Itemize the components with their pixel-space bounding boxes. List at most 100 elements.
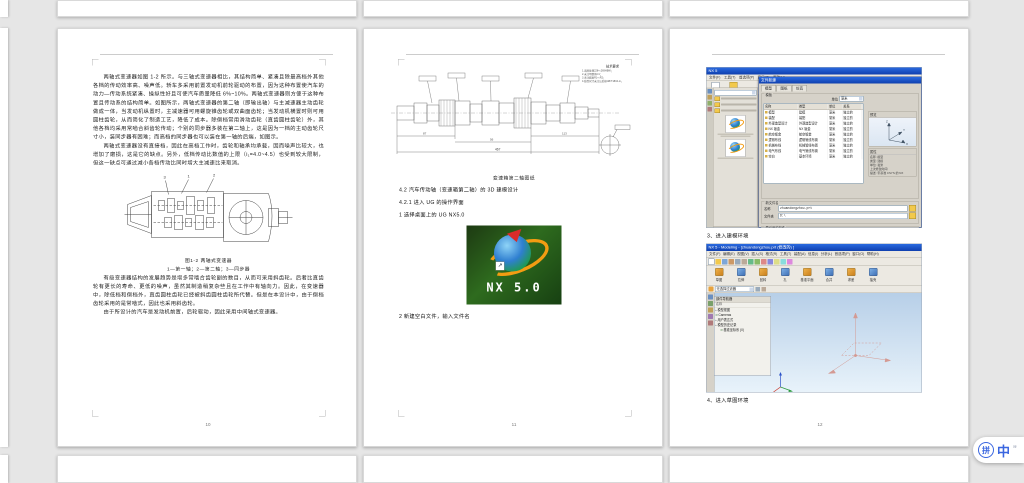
svg-text:3: 3 [164, 175, 167, 180]
window-titlebar: NX 5 - Modeling - [zhuandongzhou.prt (修改… [706, 244, 922, 251]
partial-page-bottom-3 [669, 455, 969, 483]
pinyin-ime-icon[interactable]: 拼 [978, 442, 994, 458]
svg-text:113: 113 [562, 132, 567, 136]
figure-two-shaft-transmission: 1 2 3 [124, 173, 293, 242]
datum-csys-graphic [827, 312, 892, 374]
browse-folder-icon [909, 212, 916, 219]
menu-item: 插入(S) [751, 252, 763, 257]
menu-item: 格式(R) [765, 252, 778, 257]
shortcut-arrow-icon: ↗ [495, 261, 505, 271]
feature-icon [758, 268, 768, 276]
feature-button: 拉伸 [731, 267, 752, 282]
undo-icon [748, 258, 754, 265]
ime-toolbar[interactable]: 拼 中 ” [973, 437, 1024, 463]
feature-icon [846, 268, 856, 276]
menu-item: 工具(T) [723, 76, 736, 80]
drawing-tech-notes: 技术要求 1.调质处理228～269HBW； 2.未注明倒角C1； 3.未注圆角R1… [582, 65, 643, 84]
menu-item: 工具(T) [779, 252, 792, 257]
partial-page-top-2 [363, 0, 663, 17]
ime-chinese-mode-toggle[interactable]: 中 [997, 441, 1010, 460]
assembly-navigator-icon [707, 294, 713, 300]
document-page-10[interactable]: 两轴式变速器如图 1-2 所示。与三轴式变速器相比，其结构简单、紧凑且除最高档外… [57, 28, 357, 447]
work-coordinate-triad [773, 372, 793, 392]
step-2-text: 2 新建空白文件，输入文件名 [399, 313, 470, 320]
folder-label: 文件夹 [764, 214, 774, 219]
shaded-view-icon [787, 258, 793, 265]
name-label: 名称 [764, 207, 771, 211]
document-page-12[interactable]: NX 5 文件(F)工具(T)首选项(P)窗口(O)帮助(H) 新建 打开 [669, 28, 969, 447]
snap-icon [755, 286, 760, 292]
refresh-icon [761, 258, 767, 265]
filename-input: zhuandongzhou.prt [778, 205, 908, 212]
palette-icon [707, 101, 712, 106]
svg-text:Y: Y [903, 128, 905, 132]
paragraph: 有级变速器结构的发展趋势是增多常啮合齿轮副的数目，从而可采用斜齿轮。后者比直齿轮… [93, 274, 324, 307]
header-rule [100, 54, 333, 55]
history-part-thumbnail [725, 115, 746, 133]
feature-button: 求差 [841, 267, 862, 282]
feature-icon [736, 268, 746, 276]
dialog-tab: 仿真 [792, 85, 807, 92]
preview-panel: 预览 Z X Y [868, 111, 917, 147]
sketch-icon [708, 286, 714, 292]
property-line: 描述: 带基准 CSYS 的 NX [870, 172, 904, 175]
browse-folder-icon [909, 205, 916, 212]
svg-text:467: 467 [495, 148, 501, 152]
svg-text:X: X [906, 142, 908, 146]
graphics-window: 部件导航器 名称 模型视图 Cameras 用户表达式 模型历史记录 基准坐标系… [706, 293, 922, 392]
part-navigator-icon [707, 301, 713, 306]
units-filter-label: 单位 [831, 97, 839, 102]
drawing-caption: 变速箱第二轴图纸 [492, 175, 535, 182]
feature-button: 合并 [819, 267, 840, 282]
figure-legend: 1—第一轴；2—第二轴；3—同步器 [167, 266, 250, 273]
menu-item: 首选项(P) [834, 252, 850, 257]
menu-item: 文件(F) [709, 76, 721, 80]
web-icon [707, 107, 712, 112]
standard-toolbar [706, 257, 922, 266]
history-icon [707, 95, 712, 100]
feature-icon [824, 268, 834, 276]
heading-4-2: 4.2 汽车传动轴（变速箱第二轴）的 3D 建模设计 [399, 187, 519, 193]
ime-punctuation-toggle[interactable]: ” [1013, 444, 1017, 456]
menu-item: 视图(V) [737, 252, 749, 257]
text-boundary-mark [92, 59, 99, 66]
feature-button: 基准平面 [797, 267, 818, 282]
feature-icon [802, 268, 812, 276]
history-palette [713, 87, 758, 227]
magnet-icon [761, 286, 766, 292]
new-file-icon [708, 258, 715, 265]
document-page-11[interactable]: 87 56 113 467 技术要求 1.调质处理228～269HBW； 2.未注… [363, 28, 663, 447]
folder-icon [714, 102, 720, 107]
caption-enter-modeling: 3、进入建模环境 [707, 233, 749, 239]
text-boundary-mark [319, 410, 326, 417]
dialog-tab: 图纸 [776, 85, 792, 92]
history-part-thumbnail [725, 139, 746, 157]
feature-button: 孔 [775, 267, 796, 282]
redo-icon [754, 258, 760, 265]
partial-page-sliver-bottom [0, 455, 8, 483]
screenshot-modeling-environment: NX 5 - Modeling - [zhuandongzhou.prt (修改… [706, 243, 922, 393]
templates-group-label: 模板 [764, 92, 773, 97]
selection-filter-dropdown: 无选择过滤器 [715, 286, 754, 292]
svg-text:56: 56 [490, 138, 494, 142]
paragraph: 两轴式变速器没有直接档，因此在高档工作时，齿轮和轴承均承载，因而噪声比较大，也增… [93, 142, 324, 167]
fit-view-icon [767, 258, 773, 265]
partial-page-bottom-2 [363, 455, 663, 483]
roles-icon [707, 314, 713, 319]
partial-page-bottom-1 [57, 455, 357, 483]
folder-icon [714, 108, 720, 113]
rotate-icon [780, 258, 786, 265]
feature-button: 草图 [709, 267, 730, 282]
nx50-desktop-icon-image: ↗ NX 5.0 [466, 225, 562, 305]
feature-icon [868, 268, 878, 276]
svg-text:2: 2 [213, 173, 216, 178]
dialog-tab: 模型 [761, 85, 776, 92]
dialog-tabs: 模型 图纸 仿真 [759, 84, 921, 92]
reference-part-group-label: 要引用的部件 [764, 225, 786, 228]
page10-text: 两轴式变速器如图 1-2 所示。与三轴式变速器相比，其结构简单、紧凑且除最高档外… [93, 73, 324, 317]
paragraph: 两轴式变速器如图 1-2 所示。与三轴式变速器相比，其结构简单、紧凑且除最高档外… [93, 74, 324, 141]
menu-item: 文件(F) [709, 252, 721, 257]
caption-enter-sketch: 4、进入草图环境 [707, 397, 749, 404]
page-number: 12 [817, 422, 823, 427]
header-rule [406, 54, 639, 55]
